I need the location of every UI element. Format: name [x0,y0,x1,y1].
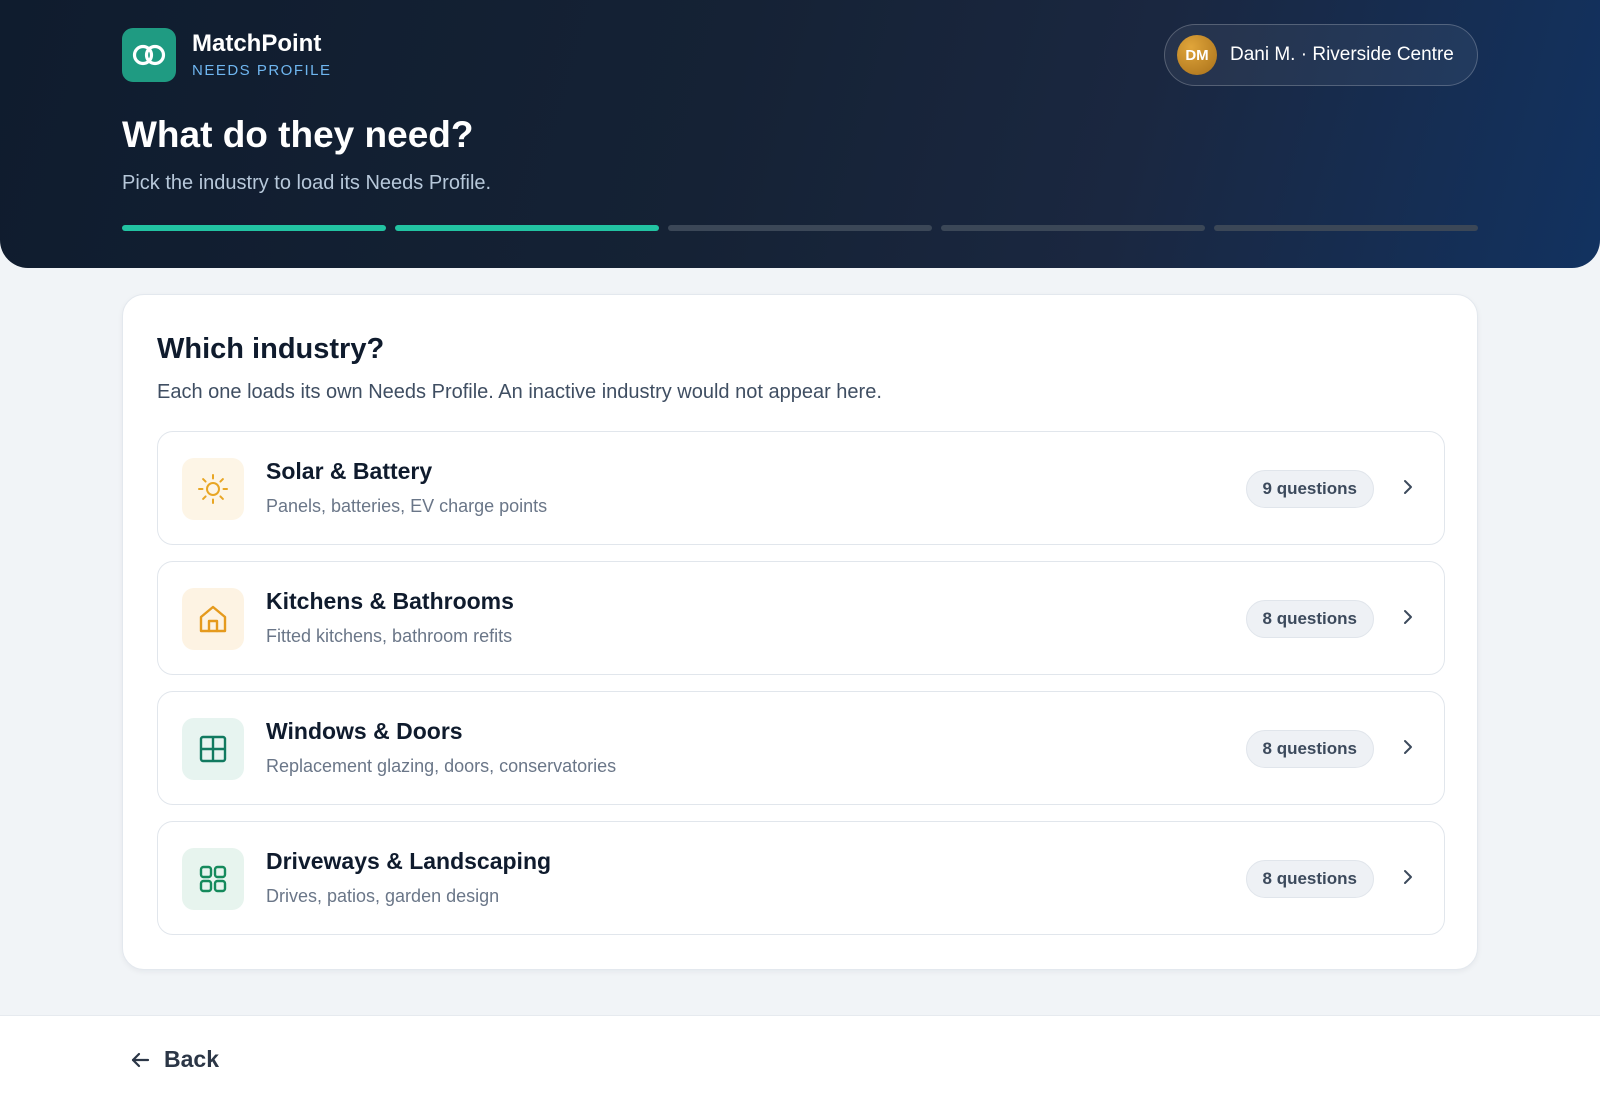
app-section: NEEDS PROFILE [192,62,332,79]
footer-bar: Back [0,1015,1600,1112]
industry-item-kitchens-bathrooms[interactable]: Kitchens & Bathrooms Fitted kitchens, ba… [157,561,1445,675]
card-title: Which industry? [157,333,385,365]
grid-icon [182,848,244,910]
industry-name: Kitchens & Bathrooms [266,588,514,614]
card-description: Each one loads its own Needs Profile. An… [157,381,882,403]
chevron-right-icon [1404,480,1412,494]
home-icon [182,588,244,650]
progress-step [395,225,659,231]
back-label: Back [164,1046,219,1072]
progress-step [1214,225,1478,231]
industry-description: Drives, patios, garden design [266,886,500,906]
industry-item-driveways-landscaping[interactable]: Driveways & Landscaping Drives, patios, … [157,821,1445,935]
avatar: DM [1177,35,1217,75]
question-count-badge: 8 questions [1245,730,1374,768]
arrow-left-icon [131,1052,150,1067]
industry-description: Replacement glazing, doors, conservatori… [266,756,617,776]
industry-card: Which industry? Each one loads its own N… [122,294,1478,970]
chevron-right-icon [1404,610,1412,624]
industry-item-solar-battery[interactable]: Solar & Battery Panels, batteries, EV ch… [157,431,1445,545]
progress-step [668,225,932,231]
user-label: Dani M. · Riverside Centre [1230,44,1454,65]
logo-icon [122,28,176,82]
question-count-badge: 9 questions [1245,470,1374,508]
industry-name: Solar & Battery [266,458,433,484]
brand: MatchPoint NEEDS PROFILE [122,28,332,82]
user-chip[interactable]: DM Dani M. · Riverside Centre [1164,24,1478,86]
industry-description: Panels, batteries, EV charge points [266,496,548,516]
chevron-right-icon [1404,870,1412,884]
app-name: MatchPoint [192,30,322,57]
progress-step [122,225,386,231]
chevron-right-icon [1404,740,1412,754]
industry-name: Windows & Doors [266,718,463,744]
progress-steps [122,225,1478,231]
question-count-badge: 8 questions [1245,600,1374,638]
industry-name: Driveways & Landscaping [266,848,552,874]
back-button[interactable]: Back [128,1046,219,1073]
page-title: What do they need? [122,114,474,155]
industry-list: Solar & Battery Panels, batteries, EV ch… [157,431,1445,951]
industry-item-windows-doors[interactable]: Windows & Doors Replacement glazing, doo… [157,691,1445,805]
header-banner: MatchPoint NEEDS PROFILE DM Dani M. · Ri… [0,0,1600,268]
progress-step [941,225,1205,231]
sun-icon [182,458,244,520]
window-icon [182,718,244,780]
question-count-badge: 8 questions [1245,860,1374,898]
page-subtitle: Pick the industry to load its Needs Prof… [122,172,492,194]
industry-description: Fitted kitchens, bathroom refits [266,626,513,646]
